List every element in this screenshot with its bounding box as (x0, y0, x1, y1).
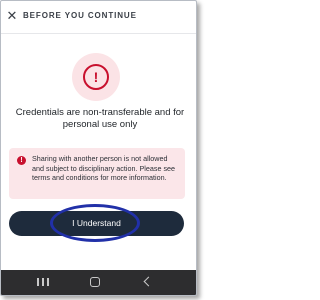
back-icon[interactable] (133, 270, 163, 295)
home-icon[interactable] (80, 270, 110, 295)
i-understand-button[interactable]: I Understand (9, 211, 184, 236)
dialog-title: BEFORE YOU CONTINUE (23, 11, 137, 20)
dialog-screen: ✕ BEFORE YOU CONTINUE ! Credentials are … (0, 0, 197, 296)
alert-icon: ! (83, 64, 109, 90)
close-icon[interactable]: ✕ (6, 9, 18, 22)
alert-small-icon: ! (17, 156, 26, 165)
notice-box: ! Sharing with another person is not all… (9, 148, 185, 199)
notice-text: Sharing with another person is not allow… (32, 154, 176, 182)
alert-glyph: ! (93, 69, 99, 85)
headline-text: Credentials are non-transferable and for… (15, 107, 185, 130)
android-nav-bar (1, 270, 196, 295)
dialog-header: ✕ BEFORE YOU CONTINUE (1, 1, 196, 34)
recents-icon[interactable] (28, 270, 58, 295)
